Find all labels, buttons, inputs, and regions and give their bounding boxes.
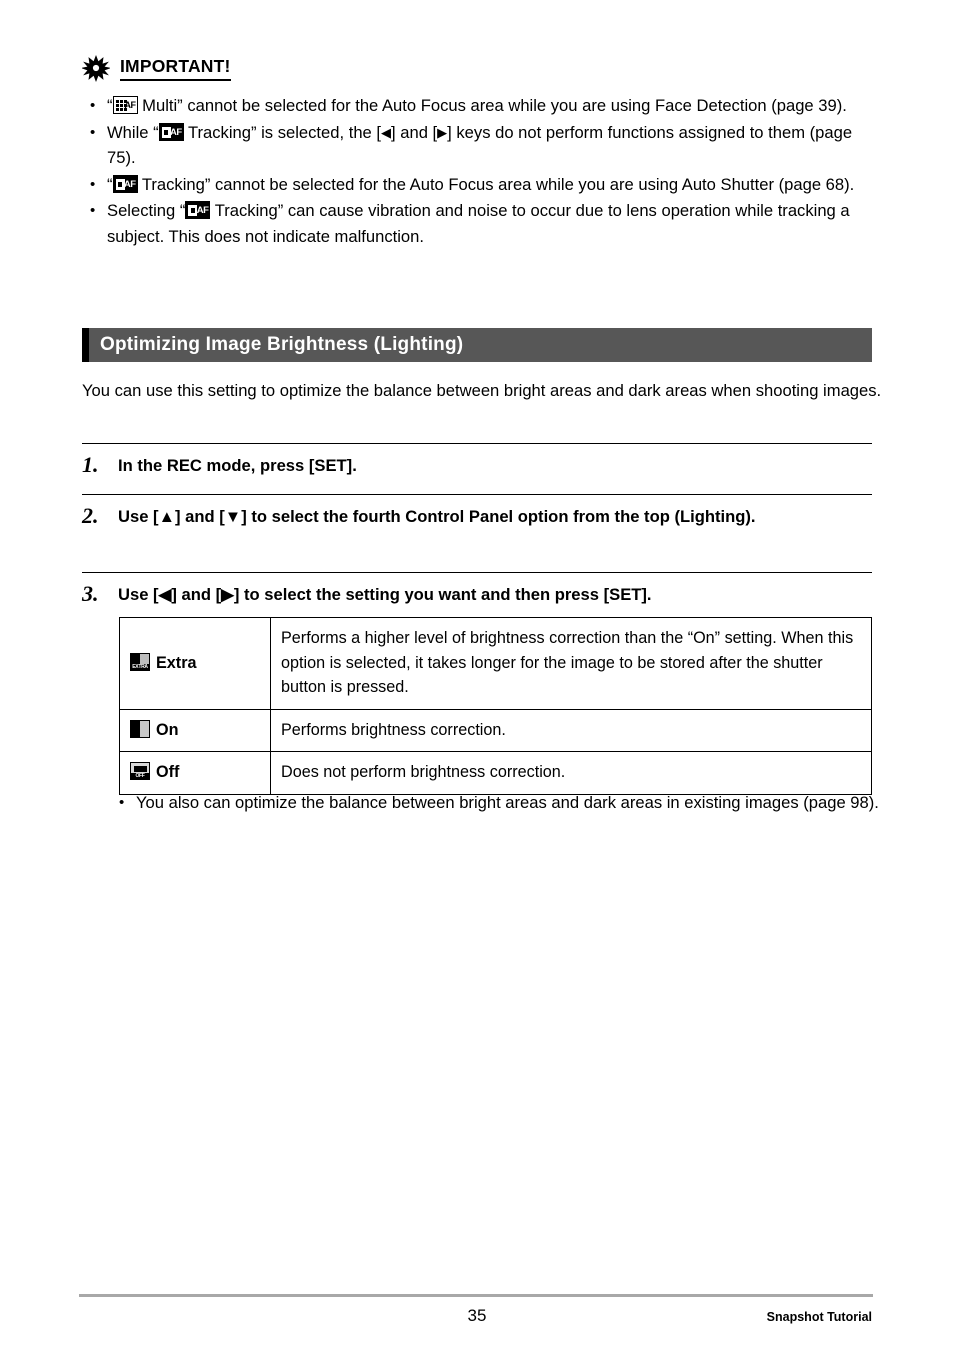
bullet-text-2: Tracking” is selected, the [◀] and [▶] k… (107, 122, 853, 168)
table-row-label: On (156, 720, 179, 739)
document-page: IMPORTANT! “AF Multi” cannot be selected… (0, 0, 954, 1357)
step-2: 2. Use [▲] and [▼] to select the fourth … (82, 494, 872, 538)
step-1-text: In the REC mode, press [SET]. (118, 456, 357, 475)
important-block: IMPORTANT! “AF Multi” cannot be selected… (82, 52, 882, 250)
af-tracking-icon: AF (112, 174, 138, 193)
bullet-text-prefix: While “ (107, 122, 159, 142)
important-bullet-list: “AF Multi” cannot be selected for the Au… (82, 93, 882, 249)
lighting-extra-icon: EXTRA (130, 652, 150, 671)
list-item: While “AF Tracking” is selected, the [◀]… (82, 120, 882, 171)
bullet-text-1: Multi” cannot be selected for the Auto F… (137, 96, 847, 115)
section-intro-text: You can use this setting to optimize the… (82, 381, 882, 400)
table-row-label: Off (156, 763, 180, 781)
table-row: On Performs brightness correction. (119, 708, 872, 752)
trailing-notes: You also can optimize the balance betwee… (112, 790, 882, 816)
footer-section-label: Snapshot Tutorial (766, 1310, 872, 1324)
step-3-number: 3. (82, 581, 99, 606)
important-heading: IMPORTANT! (82, 52, 882, 86)
step-1: 1. In the REC mode, press [SET]. (82, 443, 872, 487)
list-item: Selecting “AF Tracking” can cause vibrat… (82, 198, 882, 249)
lighting-settings-table: EXTRA Extra Performs a higher level of br… (119, 617, 872, 795)
section-heading-text: Optimizing Image Brightness (Lighting) (100, 334, 464, 355)
lighting-off-icon: OFF (130, 762, 150, 780)
table-row-description: Does not perform brightness correction. (270, 751, 872, 795)
table-row-label-cell: EXTRA Extra (119, 617, 271, 710)
af-multi-icon: AF (112, 96, 138, 114)
table-row-label: Extra (156, 653, 197, 672)
footer-divider (79, 1294, 873, 1297)
important-title: IMPORTANT! (120, 56, 231, 82)
step-3-text: Use [◀] and [▶] to select the setting yo… (118, 585, 652, 604)
bullet-text-4: Tracking” can cause vibration and noise … (107, 201, 850, 246)
af-tracking-icon: AF (158, 122, 184, 141)
list-item: You also can optimize the balance betwee… (112, 790, 882, 816)
bullet-text-3: Tracking” cannot be selected for the Aut… (137, 174, 855, 194)
lighting-on-icon (130, 719, 150, 738)
step-3: 3. Use [◀] and [▶] to select the setting… (82, 572, 872, 616)
table-row: EXTRA Extra Performs a higher level of br… (119, 617, 872, 710)
section-heading-bar: Optimizing Image Brightness (Lighting) (82, 328, 872, 362)
list-item: “AF Tracking” cannot be selected for the… (82, 172, 882, 198)
af-tracking-icon: AF (185, 201, 211, 219)
burst-icon (82, 55, 110, 83)
table-row-description: Performs a higher level of brightness co… (270, 617, 872, 710)
table-row-label-cell: OFF Off (119, 751, 271, 795)
table-row: OFF Off Does not perform brightness corre… (119, 751, 872, 795)
step-2-text: Use [▲] and [▼] to select the fourth Con… (118, 507, 756, 526)
step-2-number: 2. (82, 503, 99, 528)
bullet-text-prefix: Selecting “ (107, 201, 186, 220)
step-1-number: 1. (82, 452, 99, 477)
table-row-description: Performs brightness correction. (270, 708, 872, 752)
list-item: “AF Multi” cannot be selected for the Au… (82, 93, 882, 119)
table-row-label-cell: On (119, 708, 271, 752)
